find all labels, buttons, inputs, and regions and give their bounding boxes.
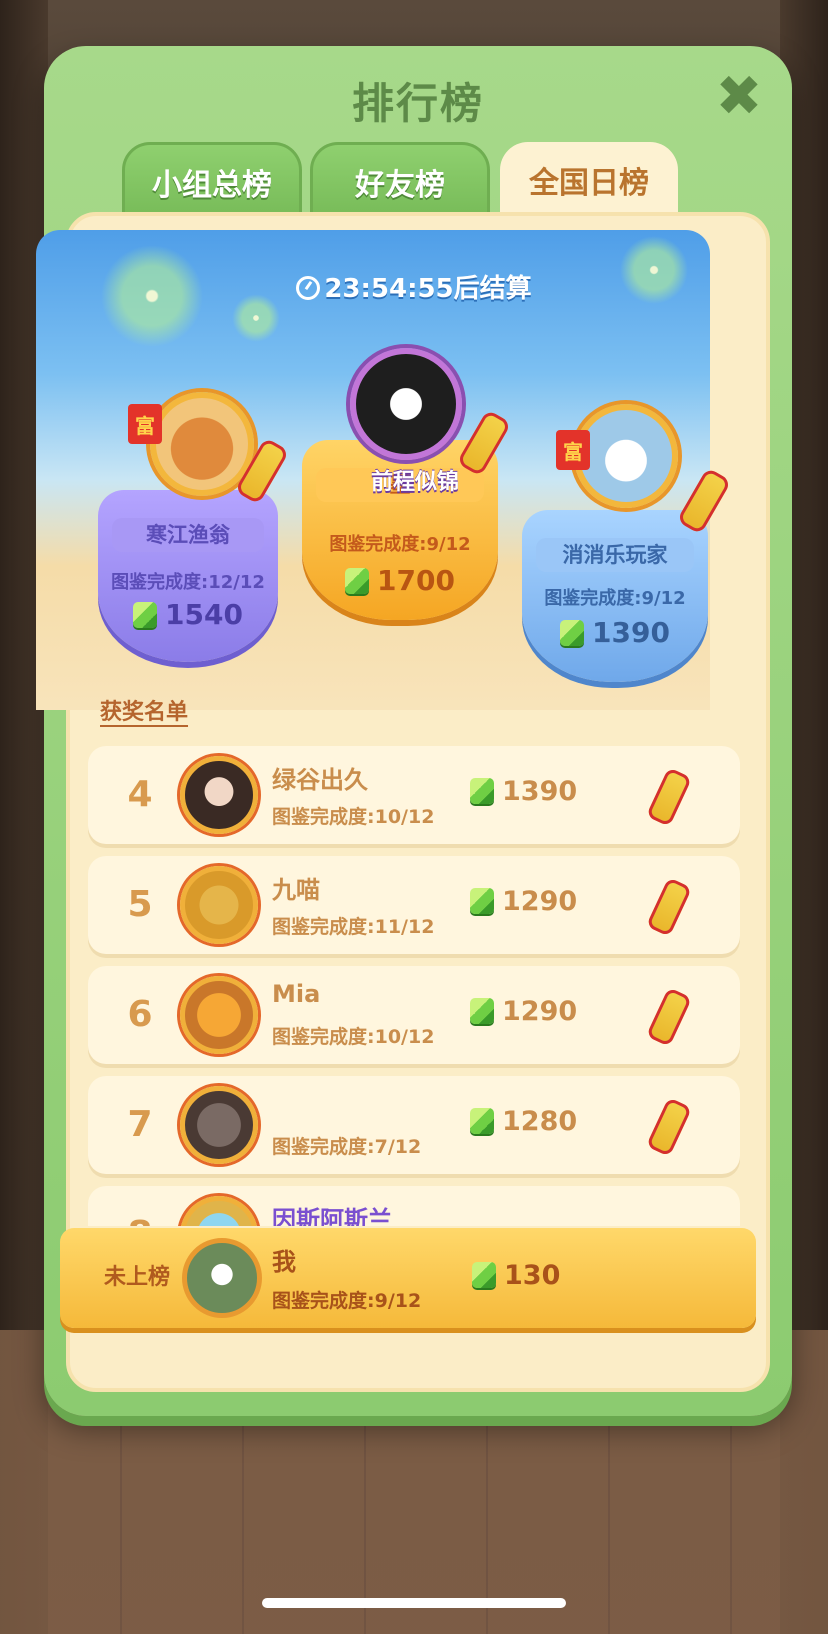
countdown-value: 23:54:55 (324, 274, 454, 304)
rank-number: 8 (110, 1186, 170, 1226)
gem-icon (470, 778, 494, 804)
rank-number: 4 (127, 774, 153, 815)
fu-tag: 富 (128, 404, 162, 444)
gem-icon (472, 1262, 496, 1288)
score: 1290 (470, 996, 577, 1027)
list-item[interactable]: 8 因斯阿斯兰 (88, 1186, 740, 1226)
player-name: 九喵 (272, 876, 320, 904)
score: 130 (472, 1260, 560, 1291)
gem-icon (470, 998, 494, 1024)
gem-icon (560, 620, 585, 646)
collection-progress: 图鉴完成度:10/12 (272, 806, 435, 828)
list-item[interactable]: 6 Mia 图鉴完成度:10/12 1290 (88, 966, 740, 1064)
avatar[interactable] (180, 976, 258, 1054)
reward-scroll-icon (645, 987, 693, 1047)
gem-icon (133, 602, 158, 628)
rank-number: 7 (127, 1104, 153, 1145)
score: 1280 (470, 1106, 577, 1137)
avatar[interactable] (180, 1196, 258, 1226)
list-item[interactable]: 5 九喵 图鉴完成度:11/12 1290 (88, 856, 740, 954)
rank-number: 5 (127, 884, 153, 925)
score: 1390 (470, 776, 577, 807)
tab-national-daily[interactable]: 全国日榜 (500, 142, 678, 218)
countdown-timer: 23:54:55后结算 (0, 268, 828, 305)
score: 1540 (98, 598, 278, 631)
clock-icon (296, 276, 321, 300)
close-icon[interactable]: ✖ (712, 69, 766, 125)
collection-progress: 图鉴完成度:10/12 (272, 1026, 435, 1048)
podium-second[interactable]: 寒江渔翁 图鉴完成度:12/12 1540 (98, 490, 278, 662)
collection-progress: 图鉴完成度:9/12 (544, 588, 686, 609)
reward-scroll-icon (645, 1097, 693, 1157)
tab-friends[interactable]: 好友榜 (310, 142, 490, 218)
player-name: 消消乐玩家 (536, 538, 694, 572)
rank-number: 6 (127, 994, 153, 1035)
gem-icon (470, 1108, 494, 1134)
collection-progress: 图鉴完成度:9/12 (272, 1290, 422, 1312)
title-badge: 前程似锦 (370, 470, 459, 495)
tab-group-total[interactable]: 小组总榜 (122, 142, 302, 218)
collection-progress: 图鉴完成度:9/12 (329, 534, 471, 555)
player-name: Mia (272, 980, 321, 1008)
collection-progress: 图鉴完成度:7/12 (272, 1136, 422, 1158)
collection-progress: 图鉴完成度:11/12 (272, 916, 435, 938)
avatar[interactable] (180, 866, 258, 944)
modal-title: 排行榜 (351, 79, 484, 128)
fu-tag: 富 (556, 430, 590, 470)
home-indicator[interactable] (262, 1598, 566, 1608)
player-name: 因斯阿斯兰 (272, 1206, 392, 1226)
player-name: 绿谷出久 (272, 766, 368, 794)
gem-icon (345, 568, 370, 594)
score: 1700 (302, 564, 498, 597)
score: 1390 (522, 616, 708, 649)
player-name: 我 (272, 1248, 296, 1276)
avatar[interactable] (180, 756, 258, 834)
ranking-list[interactable]: 4 绿谷出久 图鉴完成度:10/12 1390 5 九喵 图鉴完成度:11/12… (88, 746, 740, 1226)
reward-scroll-icon (645, 767, 693, 827)
avatar[interactable] (182, 1238, 262, 1318)
collection-progress: 图鉴完成度:12/12 (111, 572, 265, 593)
player-name: 寒江渔翁 (112, 518, 264, 552)
list-item[interactable]: 4 绿谷出久 图鉴完成度:10/12 1390 (88, 746, 740, 844)
avatar[interactable] (180, 1086, 258, 1164)
reward-scroll-icon (645, 877, 693, 937)
winners-list-label: 获奖名单 (100, 700, 189, 725)
my-rank-row[interactable]: 未上榜 我 图鉴完成度:9/12 130 (60, 1228, 756, 1328)
countdown-suffix: 后结算 (453, 274, 532, 304)
podium-third[interactable]: 消消乐玩家 图鉴完成度:9/12 1390 (522, 510, 708, 682)
list-item[interactable]: 7 图鉴完成度:7/12 1280 (88, 1076, 740, 1174)
my-rank-status: 未上榜 (104, 1265, 171, 1290)
avatar[interactable] (150, 392, 254, 496)
avatar[interactable] (350, 348, 462, 460)
gem-icon (470, 888, 494, 914)
score: 1290 (470, 886, 577, 917)
